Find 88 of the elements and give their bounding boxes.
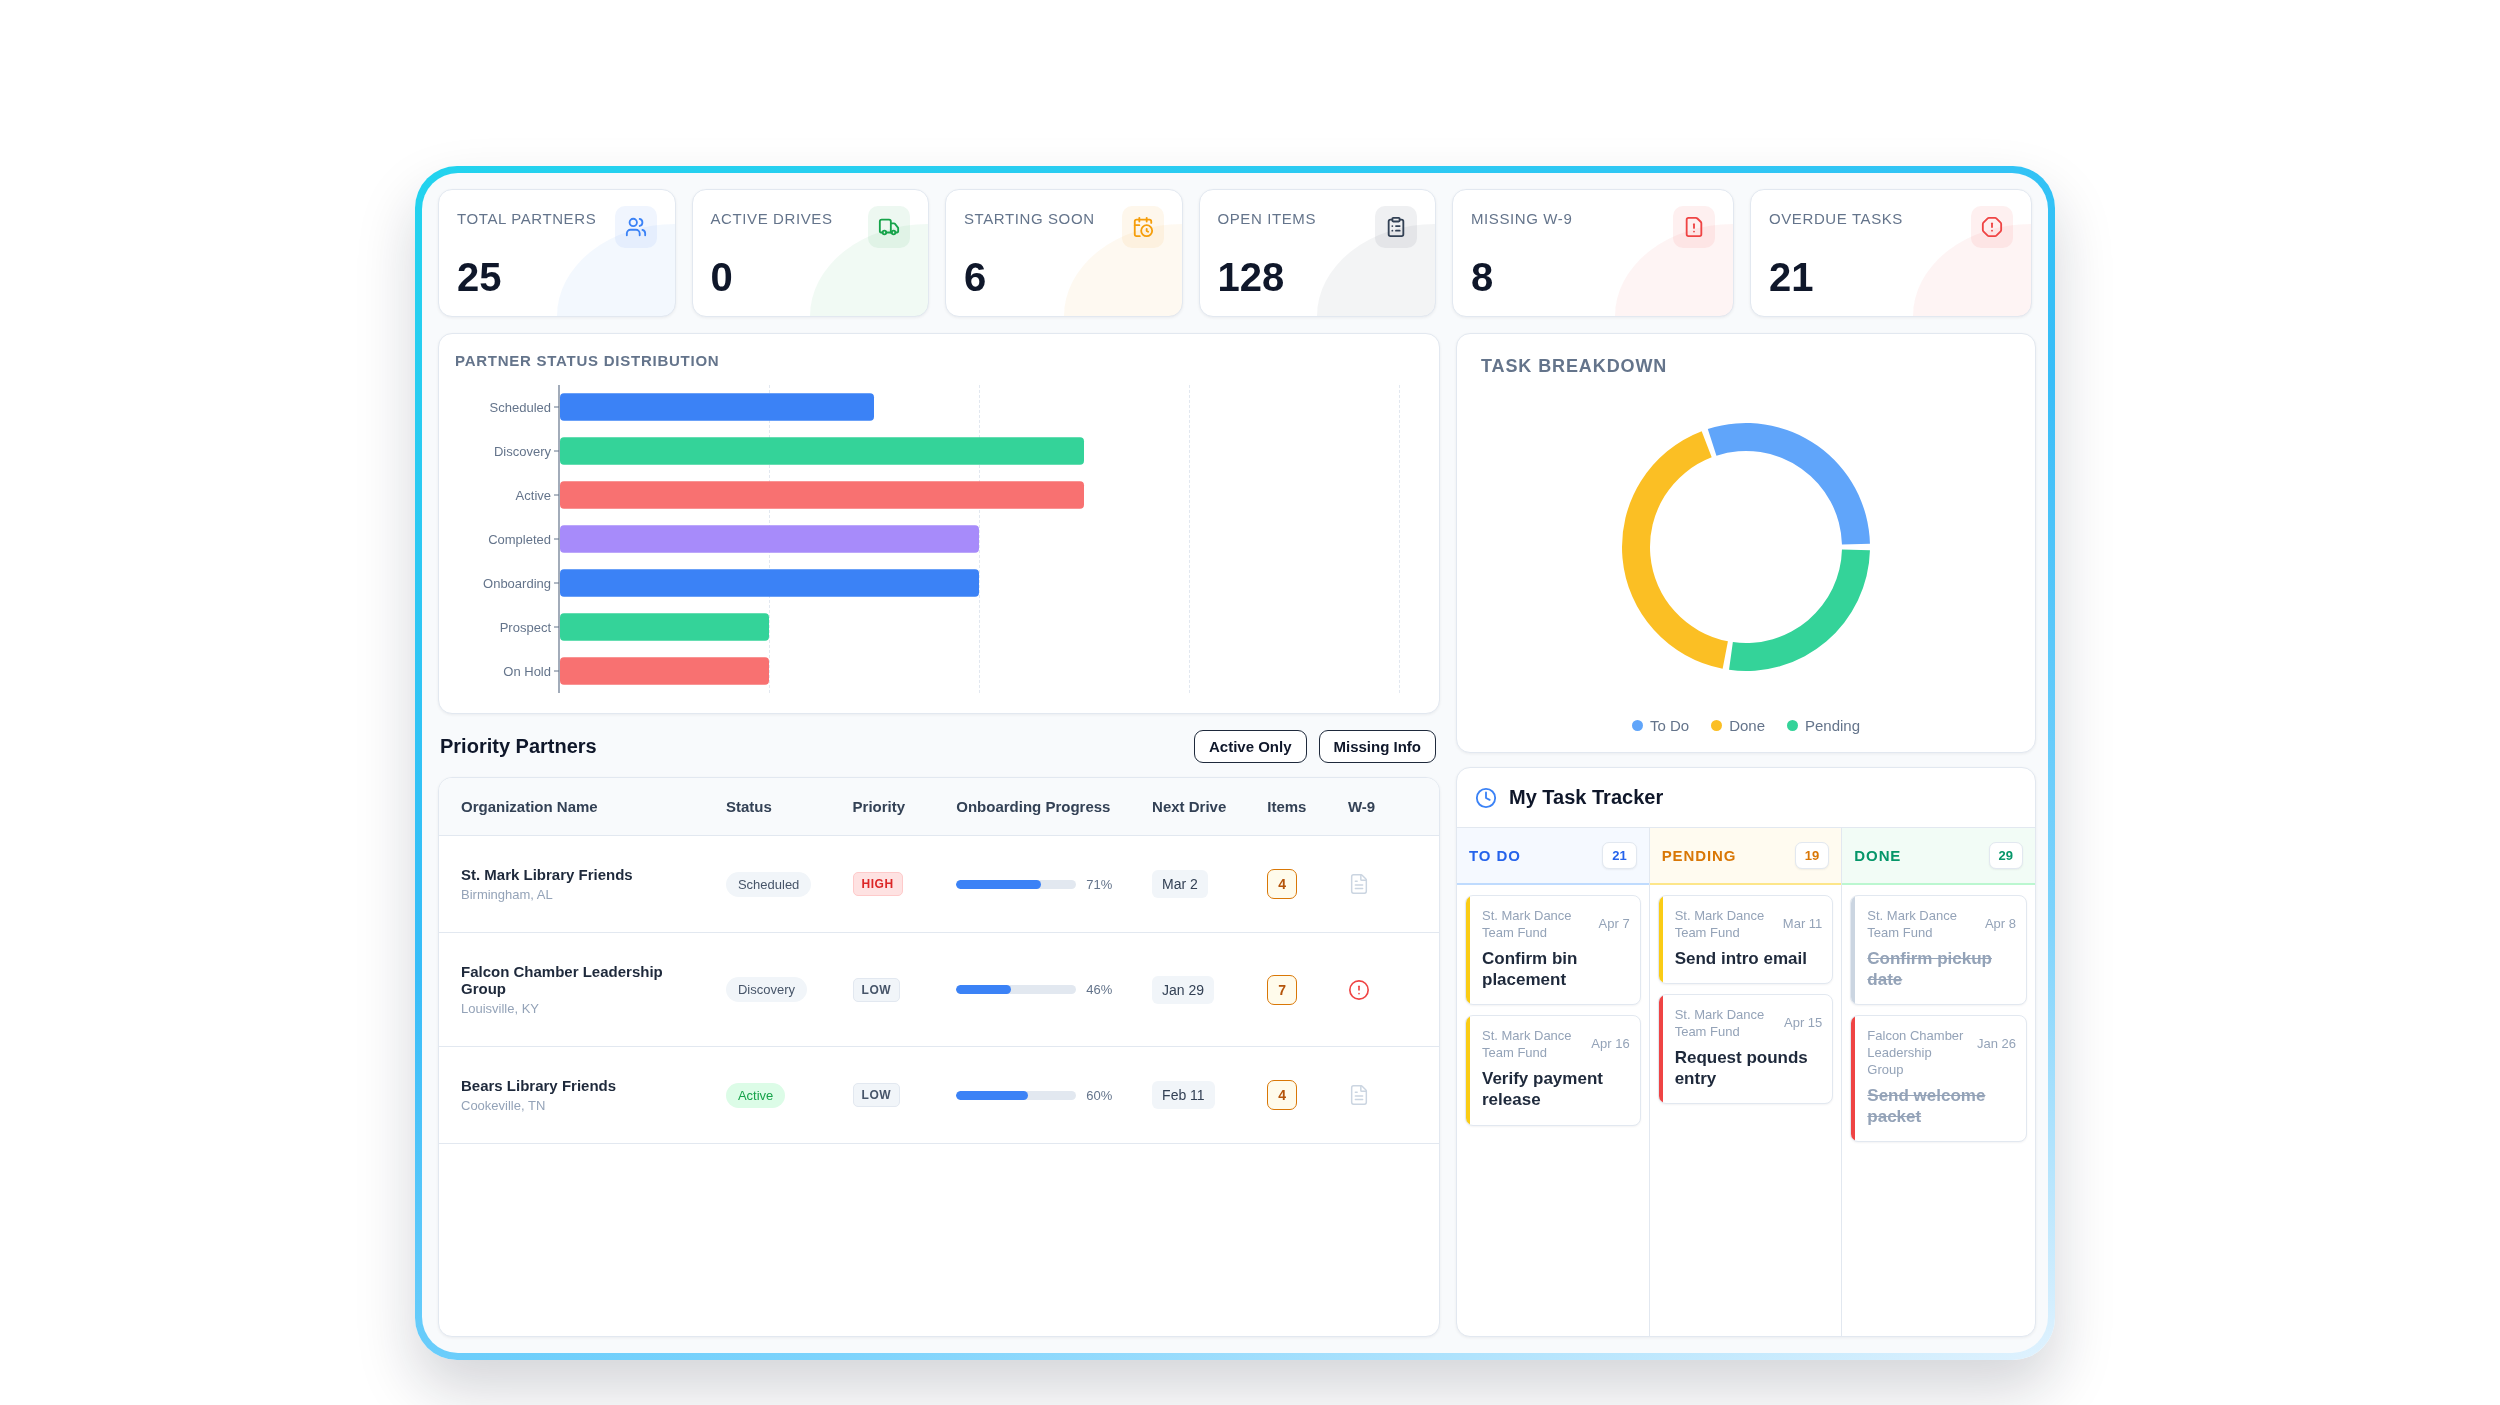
due-date: Jan 26 [1976, 1035, 2016, 1054]
axis-label: Completed [488, 531, 551, 547]
filter-button[interactable]: Missing Info [1318, 730, 1436, 763]
column-header: Priority [852, 798, 906, 815]
legend-label: Pending [1805, 717, 1861, 734]
organization-name: St. Mark Dance Team Fund [1674, 908, 1766, 942]
column-title: DONE [1854, 847, 1902, 864]
legend-label: To Do [1649, 717, 1690, 734]
item-count-badge: 4 [1267, 1080, 1298, 1110]
date-chip: Jan 29 [1152, 975, 1215, 1004]
task-card[interactable]: St. Mark Dance Team Fund Apr 7 Confirm bin placement [1465, 895, 1641, 1006]
priority-badge: HIGH [852, 872, 903, 896]
clock-icon [1475, 786, 1497, 809]
stat-label: OPEN ITEMS [1217, 209, 1316, 227]
status-badge: Discovery [725, 977, 807, 1002]
organization-name: St. Mark Dance Team Fund [1482, 1028, 1573, 1063]
stat-value: 25 [457, 255, 502, 300]
count-badge: 21 [1602, 842, 1637, 869]
task-title: Verify payment release [1482, 1068, 1604, 1111]
column-header: Onboarding Progress [956, 798, 1111, 815]
progress-reading: 71% [1086, 876, 1113, 892]
legend-dot-icon [1631, 720, 1643, 731]
stat-label: STARTING SOON [964, 209, 1095, 227]
due-date: Apr 16 [1591, 1035, 1630, 1054]
chart-title: PARTNER STATUS DISTRIBUTION [455, 352, 720, 369]
item-count-badge: 7 [1267, 974, 1298, 1005]
axis-label: Scheduled [489, 399, 551, 415]
due-date: Mar 11 [1782, 915, 1823, 933]
task-card[interactable]: St. Mark Dance Team Fund Apr 15 Request pounds entry [1657, 994, 1834, 1105]
date-chip: Mar 2 [1152, 870, 1208, 898]
organization-name: Falcon Chamber Leadership Group [461, 963, 664, 997]
count-badge: 19 [1794, 842, 1830, 869]
panel-title: My Task Tracker [1509, 786, 1664, 809]
legend-dot-icon [1787, 720, 1798, 731]
status-badge: Active [725, 1082, 786, 1108]
task-title: Confirm bin placement [1482, 947, 1579, 991]
stat-label: ACTIVE DRIVES [710, 209, 833, 227]
task-title: Send welcome packet [1867, 1084, 1987, 1128]
legend-dot-icon [1711, 720, 1723, 731]
task-title: Request pounds entry [1674, 1046, 1809, 1090]
stat-value: 0 [710, 255, 733, 300]
location-text: Louisville, KY [461, 1001, 540, 1016]
column-header: Items [1267, 798, 1307, 815]
section-title: Priority Partners [440, 735, 597, 758]
progress-reading: 60% [1086, 1087, 1113, 1103]
organization-name: St. Mark Library Friends [461, 866, 633, 883]
item-count-badge: 4 [1267, 869, 1298, 899]
axis-label: Onboarding [483, 575, 551, 591]
column-header: W-9 [1347, 798, 1376, 815]
column-title: PENDING [1661, 847, 1737, 864]
location-text: Birmingham, AL [461, 887, 553, 902]
task-title: Send intro email [1674, 947, 1808, 970]
axis-label: Prospect [499, 619, 551, 635]
stat-value: 6 [964, 255, 987, 300]
due-date: Apr 7 [1598, 915, 1630, 933]
date-chip: Feb 11 [1152, 1081, 1215, 1109]
organization-name: St. Mark Dance Team Fund [1674, 1007, 1766, 1041]
status-badge: Scheduled [725, 871, 812, 897]
column-header: Next Drive [1152, 798, 1227, 815]
stat-label: MISSING W-9 [1471, 209, 1573, 227]
axis-label: Active [515, 487, 551, 503]
stat-label: TOTAL PARTNERS [457, 209, 597, 227]
priority-badge: LOW [852, 977, 901, 1002]
organization-name: St. Mark Dance Team Fund [1482, 908, 1573, 942]
axis-label: Discovery [493, 443, 551, 459]
location-text: Cookeville, TN [461, 1098, 546, 1113]
organization-name: Bears Library Friends [461, 1077, 617, 1094]
due-date: Apr 15 [1784, 1014, 1823, 1032]
legend-label: Done [1729, 717, 1765, 734]
priority-badge: LOW [852, 1083, 901, 1107]
column-title: TO DO [1469, 847, 1521, 864]
task-card[interactable]: St. Mark Dance Team Fund Apr 16 Verify payment release [1465, 1015, 1641, 1126]
stat-value: 21 [1769, 255, 1814, 300]
filter-button[interactable]: Active Only [1193, 730, 1307, 763]
chart-title: TASK BREAKDOWN [1480, 356, 1668, 377]
stat-value: 8 [1471, 255, 1494, 300]
progress-reading: 46% [1086, 982, 1113, 997]
axis-label: On Hold [503, 663, 551, 679]
column-header: Status [725, 798, 772, 815]
stat-label: OVERDUE TASKS [1769, 209, 1903, 227]
column-header: Organization Name [461, 798, 598, 815]
count-badge: 29 [1988, 842, 2023, 869]
organization-name: Falcon Chamber Leadership Group [1867, 1028, 1965, 1079]
stat-value: 128 [1217, 255, 1285, 300]
organization-name: St. Mark Dance Team Fund [1867, 908, 1958, 942]
task-card[interactable]: St. Mark Dance Team Fund Mar 11 Send intro email [1657, 895, 1834, 985]
due-date: Apr 8 [1984, 915, 2016, 933]
task-title: Confirm pickup date [1867, 947, 1993, 991]
